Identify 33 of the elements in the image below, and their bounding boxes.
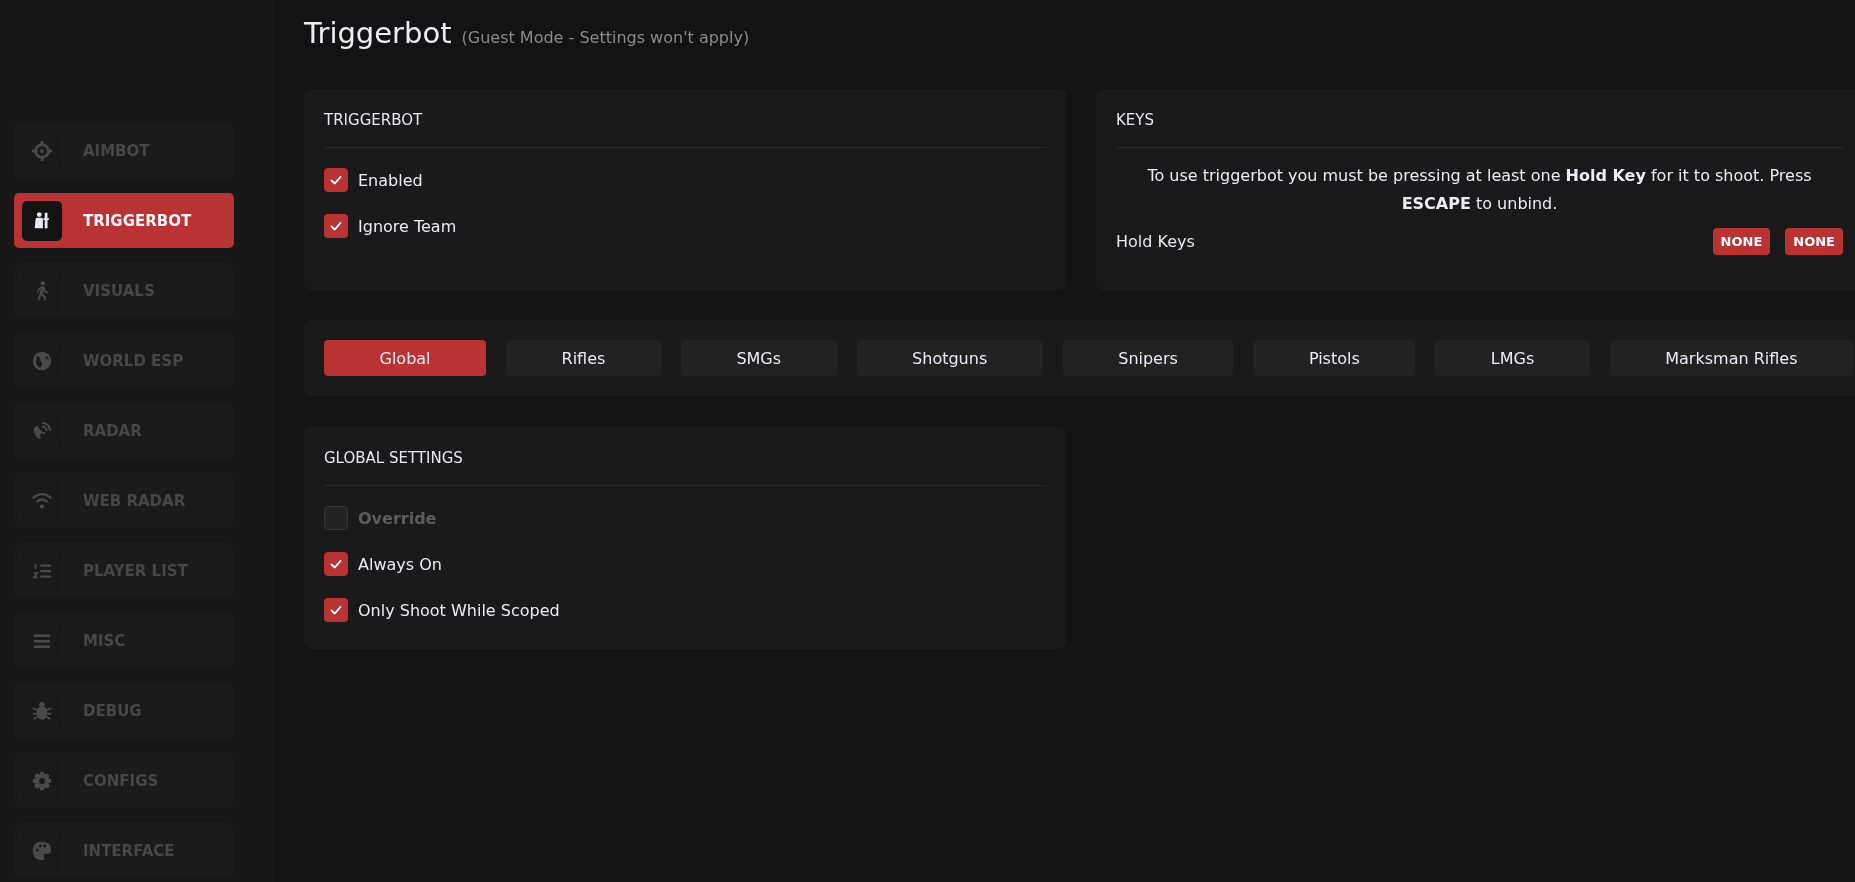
key-bind-button[interactable]: NONE	[1712, 228, 1771, 255]
checkbox-label: Always On	[358, 554, 442, 574]
weapon-tab[interactable]: SMGs	[680, 340, 837, 376]
checkbox-label: Only Shoot While Scoped	[358, 600, 560, 620]
weapon-tab[interactable]: LMGs	[1435, 340, 1590, 376]
panel-title: TRIGGERBOT	[324, 110, 424, 131]
weapon-tab[interactable]: Rifles	[506, 340, 661, 376]
satellite-dish-icon	[31, 419, 53, 442]
weapon-tab[interactable]: Shotguns	[856, 340, 1043, 376]
palette-icon	[31, 839, 53, 862]
checkbox-label: Enabled	[358, 170, 423, 190]
gear-icon	[31, 769, 53, 792]
panel-title: KEYS	[1116, 110, 1155, 131]
page-subtitle: (Guest Mode - Settings won't apply)	[461, 28, 750, 47]
bug-icon	[31, 699, 53, 722]
weapon-tab[interactable]: Marksman Rifles	[1609, 340, 1853, 376]
hold-keys-label: Hold Keys	[1116, 232, 1195, 251]
checkbox[interactable]	[324, 168, 348, 192]
checkbox-label: Ignore Team	[358, 216, 457, 236]
key-bind-button[interactable]: NONE	[1785, 228, 1843, 255]
weapon-tab[interactable]: Snipers	[1062, 340, 1234, 376]
checkbox-label: Override	[358, 508, 437, 528]
globe-icon	[31, 349, 53, 372]
page-title: Triggerbot	[304, 16, 452, 50]
checkbox[interactable]	[324, 598, 348, 622]
sidebar-nav-item[interactable]: TRIGGERBOT	[14, 193, 234, 248]
keys-instructions: To use triggerbot you must be pressing at least one Hold Key for it to shoot. Press ESCAPE to unbind.	[1146, 165, 1813, 215]
panel-title: GLOBAL SETTINGS	[324, 448, 464, 469]
weapon-tab[interactable]: Pistols	[1253, 340, 1416, 376]
crosshair-icon	[31, 139, 53, 162]
checkbox[interactable]	[324, 552, 348, 576]
checkbox[interactable]	[324, 214, 348, 238]
weapon-tab[interactable]: Global	[324, 340, 487, 376]
